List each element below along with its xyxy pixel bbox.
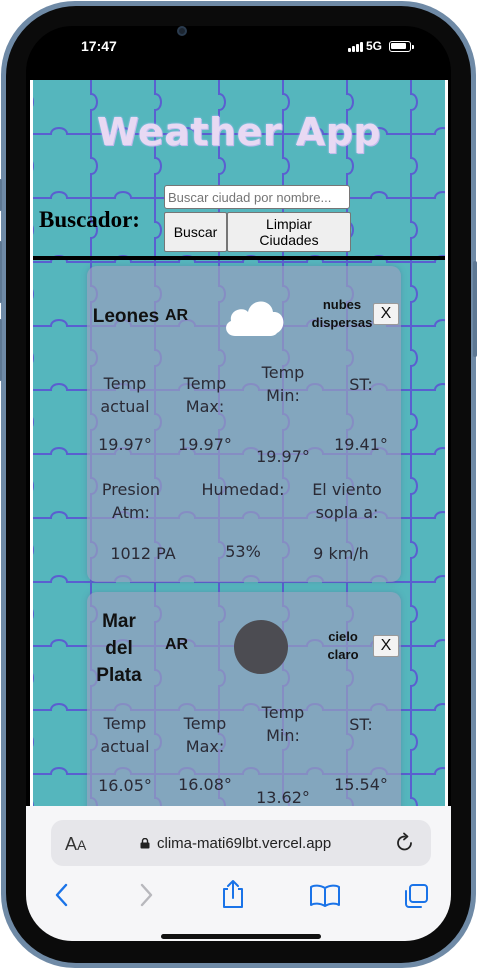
temp-min-value: 19.97°: [256, 447, 310, 466]
bookmarks-icon[interactable]: [309, 884, 341, 908]
temp-actual-label: Temp actual: [89, 372, 161, 418]
label-line: Humedad:: [201, 480, 285, 499]
temp-min-label: Temp Min:: [247, 361, 319, 407]
address-bar[interactable]: AA clima-mati69lbt.vercel.app: [51, 820, 431, 866]
wind-label: El viento sopla a:: [299, 478, 395, 524]
browser-toolbar: AA clima-mati69lbt.vercel.app: [26, 806, 451, 941]
city-name-line: Mar: [102, 611, 136, 632]
status-bar: 17:47 5G: [26, 26, 451, 78]
st-value: 19.41°: [334, 435, 388, 454]
label-line: Min:: [266, 726, 300, 745]
power-button: [473, 261, 477, 357]
front-camera: [177, 26, 187, 36]
label-line: ST:: [349, 715, 373, 734]
st-value: 15.54°: [334, 775, 388, 794]
city-name-line: Plata: [96, 665, 142, 686]
forward-icon[interactable]: [136, 880, 156, 910]
label-line: actual: [100, 737, 150, 756]
label-line: Temp: [103, 374, 147, 393]
reload-icon[interactable]: [394, 832, 416, 854]
temp-actual-value: 19.97°: [98, 435, 152, 454]
temp-max-label: Temp Max:: [169, 712, 241, 758]
city-name: Leones: [91, 306, 161, 328]
temp-max-label: Temp Max:: [169, 372, 241, 418]
weather-card: Leones AR nubes dispersas X Temp actual …: [87, 266, 401, 582]
label-line: Min:: [266, 386, 300, 405]
search-label: Buscador:: [39, 207, 140, 232]
web-page[interactable]: Weather App Buscador: Buscar Limpiar Ciu…: [30, 80, 448, 806]
label-line: ST:: [349, 375, 373, 394]
country-code: AR: [165, 307, 189, 324]
tabs-icon[interactable]: [402, 882, 430, 910]
search-button[interactable]: Buscar: [164, 212, 227, 252]
label-line: Presion: [101, 480, 161, 499]
weather-description: nubes dispersas: [305, 296, 379, 332]
signal-icon: [348, 42, 364, 52]
label-line: Temp: [183, 374, 227, 393]
temp-actual-value: 16.05°: [98, 776, 152, 795]
pressure-label: Presion Atm:: [89, 478, 173, 524]
label-line: actual: [100, 397, 150, 416]
phone-screen: 17:47 5G Weather App Buscador: Buscar Li…: [26, 26, 451, 941]
moon-icon: [234, 620, 288, 674]
temp-min-value: 13.62°: [256, 788, 310, 806]
label-line: Temp: [183, 714, 227, 733]
label-line: Temp: [261, 363, 305, 382]
label-line: El viento: [312, 480, 382, 499]
humidity-value: 53%: [225, 542, 261, 561]
mute-switch: [0, 179, 2, 211]
temp-min-label: Temp Min:: [247, 701, 319, 747]
st-label: ST:: [325, 713, 397, 736]
app-title: Weather App: [96, 110, 382, 154]
temp-actual-label: Temp actual: [89, 712, 161, 758]
clear-button-line1: Limpiar: [266, 216, 312, 232]
city-name-line: del: [105, 638, 133, 659]
pressure-value: 1012 PA: [110, 544, 176, 563]
close-card-button[interactable]: X: [373, 635, 399, 657]
humidity-label: Humedad:: [193, 478, 293, 501]
label-line: Temp: [103, 714, 147, 733]
wind-value: 9 km/h: [313, 544, 369, 563]
st-label: ST:: [325, 373, 397, 396]
home-indicator[interactable]: [161, 934, 321, 939]
network-type: 5G: [366, 39, 383, 53]
description-line: claro: [327, 647, 359, 662]
temp-max-value: 19.97°: [178, 435, 232, 454]
close-card-button[interactable]: X: [373, 303, 399, 325]
weather-card: Mar del Plata AR cielo claro X Temp actu…: [87, 592, 401, 806]
label-line: Temp: [261, 703, 305, 722]
text-size-label: AA: [65, 834, 87, 854]
label-line: Max:: [185, 397, 225, 416]
url-text: clima-mati69lbt.vercel.app: [157, 835, 332, 852]
header-divider: [33, 256, 445, 260]
text-size-button[interactable]: AA: [65, 834, 86, 855]
label-line: sopla a:: [315, 503, 379, 522]
battery-icon: [389, 41, 414, 52]
lock-icon: [140, 838, 150, 849]
back-icon[interactable]: [52, 880, 72, 910]
label-line: Atm:: [112, 503, 150, 522]
cloud-icon: [226, 301, 284, 336]
weather-description: cielo claro: [313, 628, 373, 664]
city-name: Mar del Plata: [89, 608, 149, 689]
label-line: Max:: [185, 737, 225, 756]
city-name-line: Leones: [92, 306, 160, 327]
clear-button-line2: Ciudades: [259, 232, 319, 248]
status-time: 17:47: [81, 38, 117, 54]
clear-cities-button[interactable]: Limpiar Ciudades: [227, 212, 351, 252]
country-code: AR: [165, 636, 189, 653]
page-header: Weather App Buscador: Buscar Limpiar Ciu…: [33, 80, 445, 258]
description-line: cielo: [328, 629, 358, 644]
volume-down-button: [0, 319, 2, 381]
temp-max-value: 16.08°: [178, 775, 232, 794]
search-input[interactable]: [164, 185, 350, 209]
share-icon[interactable]: [220, 878, 246, 910]
description-line: dispersas: [311, 315, 373, 330]
description-line: nubes: [322, 297, 362, 312]
volume-up-button: [0, 241, 2, 303]
